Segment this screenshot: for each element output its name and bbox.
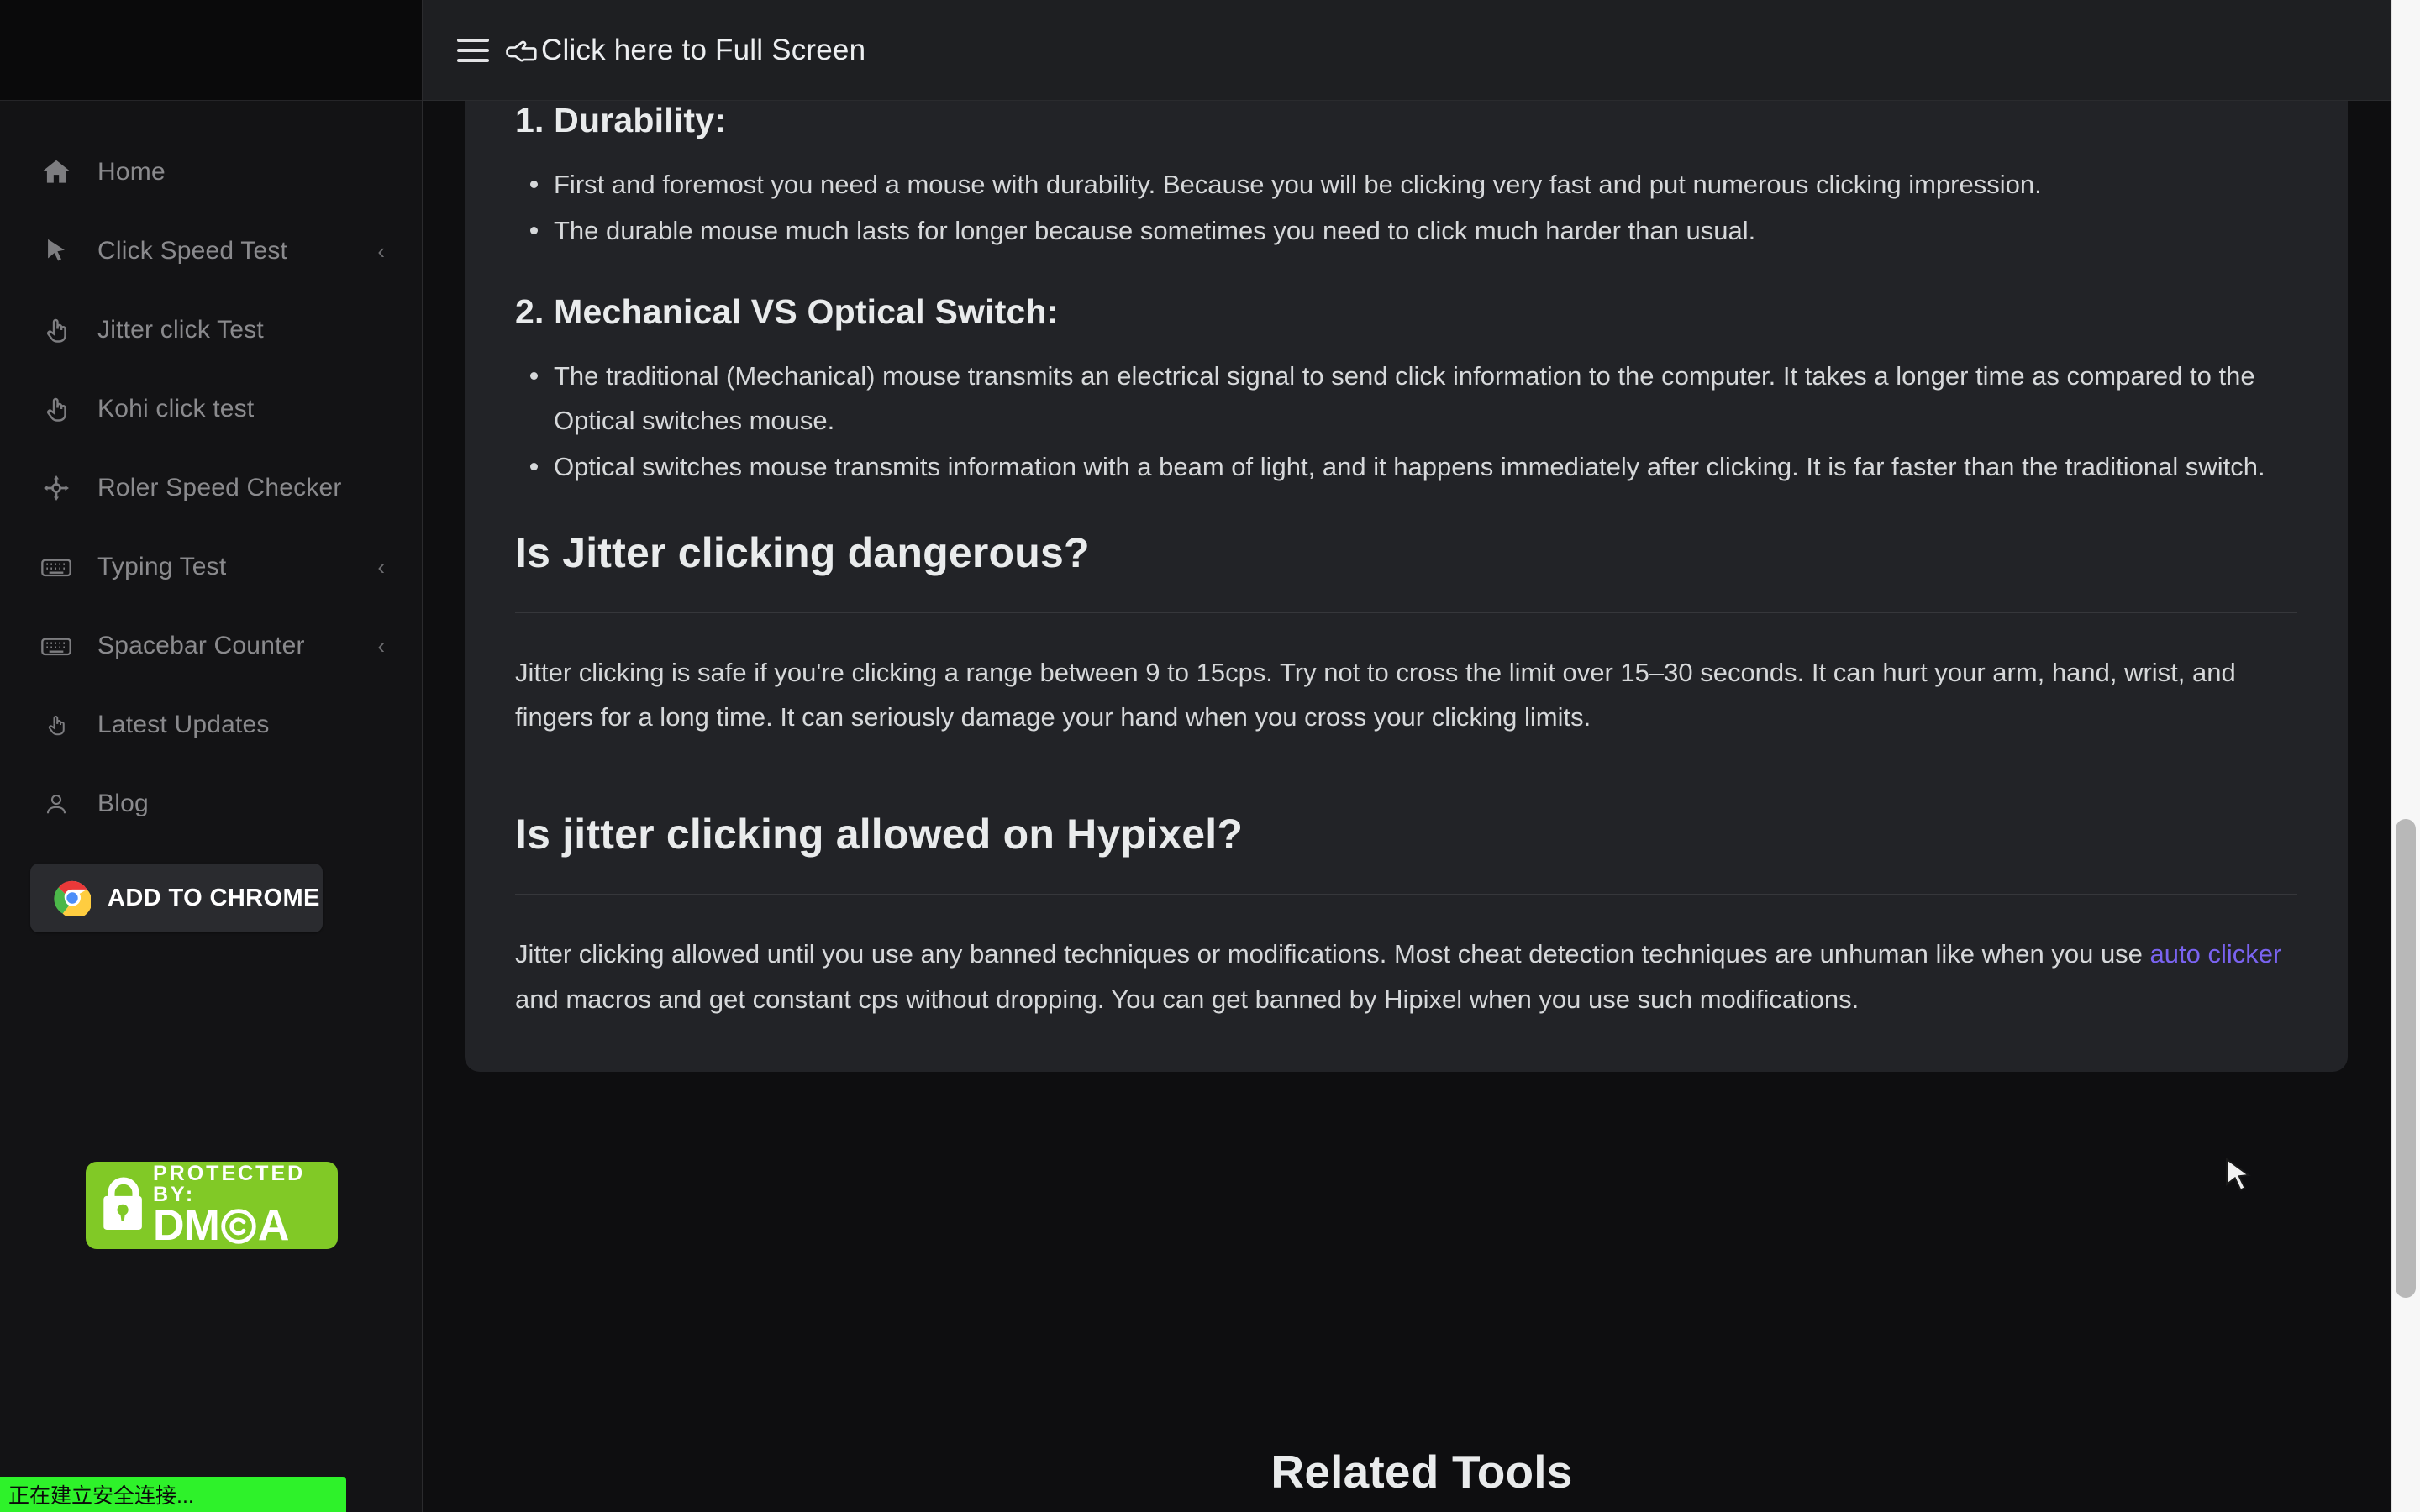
main-content: 1. Durability: First and foremost you ne… <box>424 101 2420 1512</box>
move-crosshair-icon <box>37 469 76 507</box>
list-item: Optical switches mouse transmits informa… <box>515 444 2297 489</box>
hamburger-bar <box>457 38 489 42</box>
faq-text-before-link: Jitter clicking allowed until you use an… <box>515 939 2150 969</box>
sidebar-item-label: Latest Updates <box>97 711 270 738</box>
sidebar-item-jitter-click-test[interactable]: Jitter click Test <box>0 291 422 370</box>
sidebar-item-label: Roler Speed Checker <box>97 474 342 501</box>
page-root: Home Click Speed Test ‹ Jitter click Tes… <box>0 0 2420 1512</box>
faq-heading-dangerous: Is Jitter clicking dangerous? <box>515 528 1090 576</box>
sidebar-item-home[interactable]: Home <box>0 133 422 212</box>
sidebar-item-spacebar-counter[interactable]: Spacebar Counter ‹ <box>0 606 422 685</box>
dmca-text-group: PROTECTED BY: DM A <box>153 1162 338 1249</box>
dmca-brand-label: DM A <box>153 1201 338 1249</box>
faq-heading-hypixel: Is jitter clicking allowed on Hypixel? <box>515 811 1244 858</box>
dmca-protected-label: PROTECTED BY: <box>153 1162 306 1207</box>
auto-clicker-link[interactable]: auto clicker <box>2150 939 2282 969</box>
list-item: The traditional (Mechanical) mouse trans… <box>515 354 2297 444</box>
vertical-scrollbar-track[interactable] <box>2391 0 2420 1512</box>
durability-bullet-list: First and foremost you need a mouse with… <box>515 162 2297 254</box>
list-item: The durable mouse much lasts for longer … <box>515 208 2297 253</box>
user-icon <box>37 785 76 823</box>
article-card: 1. Durability: First and foremost you ne… <box>465 101 2348 1072</box>
top-header: Click here to Full Screen <box>424 0 2420 101</box>
copyright-icon <box>221 1209 256 1244</box>
keyboard-icon <box>37 627 76 665</box>
add-to-chrome-label: ADD TO CHROME <box>108 884 320 911</box>
sidebar-item-latest-updates[interactable]: Latest Updates <box>0 685 422 764</box>
faq-paragraph-dangerous: Jitter clicking is safe if you're clicki… <box>515 657 2236 732</box>
add-to-chrome-button[interactable]: ADD TO CHROME <box>30 864 323 932</box>
hamburger-bar <box>457 58 489 62</box>
faq-paragraph-hypixel: Jitter clicking allowed until you use an… <box>515 932 2297 1021</box>
hamburger-bar <box>457 48 489 52</box>
lock-icon <box>97 1173 150 1239</box>
pointing-finger-icon <box>37 390 76 428</box>
sidebar-item-label: Click Speed Test <box>97 237 288 265</box>
sidebar-item-label: Kohi click test <box>97 395 255 423</box>
hamburger-menu-icon[interactable] <box>457 38 489 62</box>
sidebar-nav: Home Click Speed Test ‹ Jitter click Tes… <box>0 101 422 932</box>
dmca-brand-text-2: A <box>257 1201 290 1249</box>
list-item: First and foremost you need a mouse with… <box>515 162 2297 207</box>
sidebar-item-kohi-click-test[interactable]: Kohi click test <box>0 370 422 449</box>
related-tools-section: Related Tools Manual Click Test Drag Tes… <box>424 1445 2420 1512</box>
faq-divider <box>515 612 2297 613</box>
pointing-hand-icon <box>504 33 539 68</box>
sidebar-item-roler-speed-checker[interactable]: Roler Speed Checker <box>0 449 422 528</box>
sidebar-item-label: Typing Test <box>97 553 227 580</box>
browser-status-bar: 正在建立安全连接... <box>0 1477 346 1512</box>
sidebar-item-label: Blog <box>97 790 149 817</box>
sidebar-header-spacer <box>0 0 422 101</box>
home-icon <box>37 153 76 192</box>
switch-bullet-list: The traditional (Mechanical) mouse trans… <box>515 354 2297 490</box>
sidebar: Home Click Speed Test ‹ Jitter click Tes… <box>0 0 424 1512</box>
fullscreen-toggle-label[interactable]: Click here to Full Screen <box>541 34 865 67</box>
dmca-brand-text: DM <box>153 1201 220 1249</box>
status-text: 正在建立安全连接... <box>8 1484 194 1508</box>
chevron-left-icon[interactable]: ‹ <box>377 635 392 657</box>
related-tools-title: Related Tools <box>1270 1446 1573 1498</box>
section-heading-durability: 1. Durability: <box>515 101 727 139</box>
cursor-arrow-icon <box>37 232 76 270</box>
section-heading-mechanical-vs-optical: 2. Mechanical VS Optical Switch: <box>515 291 1059 331</box>
chevron-left-icon[interactable]: ‹ <box>377 240 392 262</box>
chevron-left-icon[interactable]: ‹ <box>377 556 392 578</box>
dmca-badge[interactable]: PROTECTED BY: DM A <box>86 1162 338 1249</box>
sidebar-item-label: Home <box>97 158 166 186</box>
sidebar-item-label: Jitter click Test <box>97 316 264 344</box>
vertical-scrollbar-thumb[interactable] <box>2396 819 2416 1298</box>
sidebar-item-typing-test[interactable]: Typing Test ‹ <box>0 528 422 606</box>
sidebar-item-click-speed-test[interactable]: Click Speed Test ‹ <box>0 212 422 291</box>
sidebar-item-blog[interactable]: Blog <box>0 764 422 843</box>
faq-text-after-link: and macros and get constant cps without … <box>515 984 1860 1014</box>
sidebar-item-label: Spacebar Counter <box>97 632 305 659</box>
keyboard-icon <box>37 548 76 586</box>
pointing-finger-icon <box>37 706 76 744</box>
faq-divider <box>515 894 2297 895</box>
chrome-logo-icon <box>54 879 92 919</box>
pointing-finger-icon <box>37 311 76 349</box>
